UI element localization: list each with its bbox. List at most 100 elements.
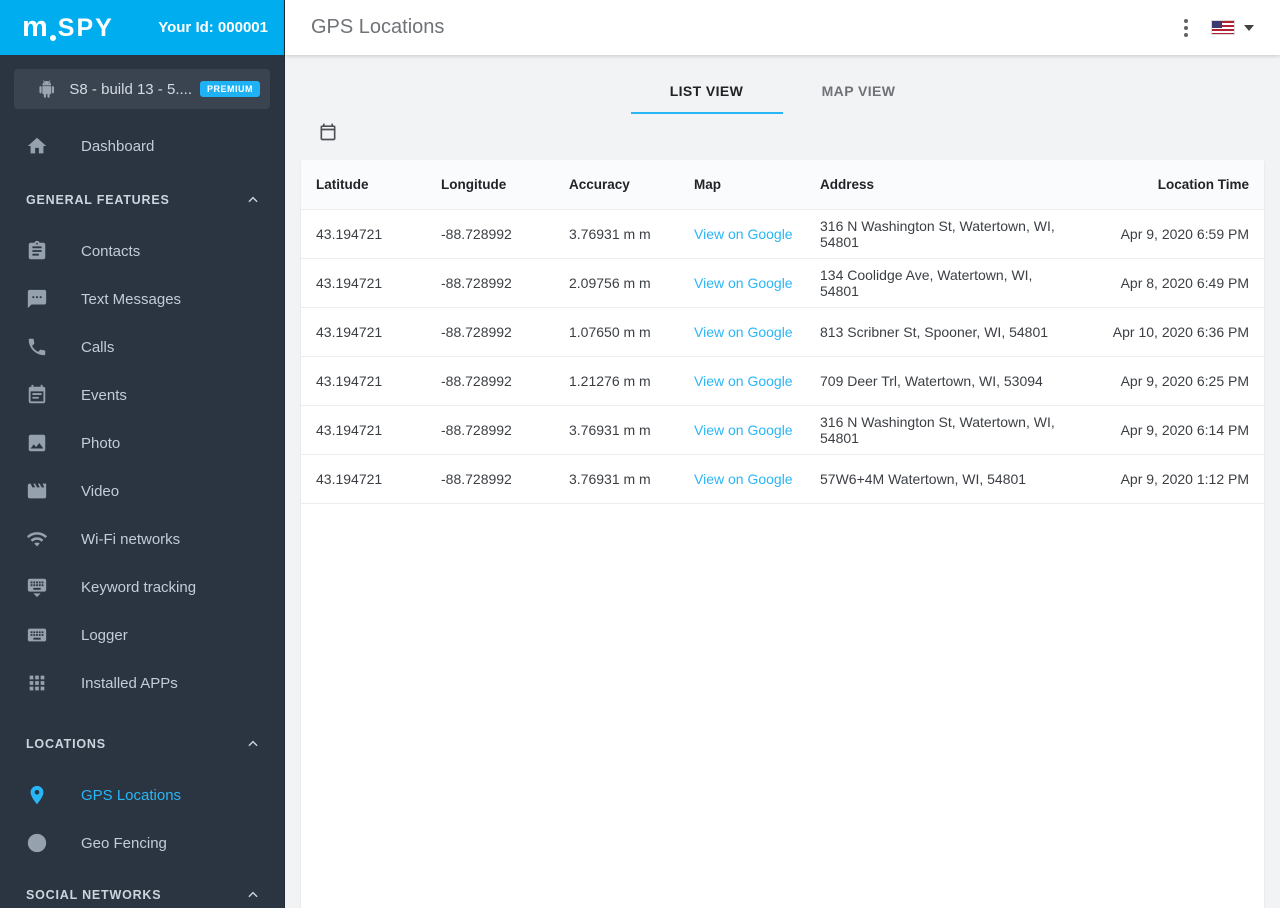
tab-list-view[interactable]: LIST VIEW <box>630 71 783 114</box>
location-time-cell: Apr 9, 2020 1:12 PM <box>1120 471 1249 487</box>
sidebar-item-gps-locations[interactable]: GPS Locations <box>0 771 284 819</box>
device-selector[interactable]: S8 - build 13 - 5.... PREMIUM <box>14 69 270 109</box>
accuracy-cell: 1.07650 m m <box>569 324 651 340</box>
apps-grid-icon <box>29 675 45 691</box>
sidebar-item-contacts[interactable]: Contacts <box>0 227 284 275</box>
map-pin-icon <box>30 785 44 805</box>
date-filter-button[interactable] <box>316 120 340 144</box>
column-header-latitude: Latitude <box>316 177 369 192</box>
language-selector[interactable] <box>1212 21 1254 34</box>
sidebar-item-installed-apps[interactable]: Installed APPs <box>0 659 284 707</box>
address-cell: 316 N Washington St, Watertown, WI, 5480… <box>820 218 1055 250</box>
accuracy-cell: 3.76931 m m <box>569 422 651 438</box>
address-cell: 57W6+4M Watertown, WI, 54801 <box>820 471 1027 487</box>
sidebar-item-logger[interactable]: Logger <box>0 611 284 659</box>
content-area: LIST VIEW MAP VIEW Latitude Longitude Ac… <box>285 55 1280 908</box>
accuracy-cell: 3.76931 m m <box>569 471 651 487</box>
table-row: 43.194721 -88.728992 2.09756 m m View on… <box>301 259 1264 308</box>
us-flag-icon <box>1212 21 1234 34</box>
chat-icon <box>27 289 47 309</box>
sidebar-item-label: Photo <box>81 434 121 452</box>
column-header-longitude: Longitude <box>441 177 507 192</box>
section-title: LOCATIONS <box>26 737 106 751</box>
gps-locations-table: Latitude Longitude Accuracy Map Address … <box>301 160 1264 908</box>
address-cell: 709 Deer Trl, Watertown, WI, 53094 <box>820 373 1043 389</box>
sidebar-item-label: Video <box>81 482 120 500</box>
sidebar-item-label: Installed APPs <box>81 674 178 692</box>
section-title: GENERAL FEATURES <box>26 193 170 207</box>
user-id-label: Your Id: 000001 <box>158 19 268 36</box>
chevron-up-icon <box>248 740 258 747</box>
sidebar-item-keyword-tracking[interactable]: Keyword tracking <box>0 563 284 611</box>
page-title: GPS Locations <box>311 16 445 38</box>
location-time-cell: Apr 9, 2020 6:59 PM <box>1120 226 1249 242</box>
accuracy-cell: 1.21276 m m <box>569 373 651 389</box>
latitude-cell: 43.194721 <box>316 275 383 291</box>
longitude-cell: -88.728992 <box>441 373 512 389</box>
longitude-cell: -88.728992 <box>441 422 512 438</box>
sidebar: m SPY Your Id: 000001 S8 - build 13 - 5.… <box>0 0 285 908</box>
sidebar-item-label: Dashboard <box>81 137 155 155</box>
latitude-cell: 43.194721 <box>316 226 383 242</box>
app-window: m SPY Your Id: 000001 S8 - build 13 - 5.… <box>0 0 1280 908</box>
column-header-map: Map <box>694 177 721 192</box>
view-tabs: LIST VIEW MAP VIEW <box>301 71 1264 114</box>
sidebar-item-video[interactable]: Video <box>0 467 284 515</box>
locations-group: GPS Locations Geo Fencing <box>0 757 284 867</box>
longitude-cell: -88.728992 <box>441 226 512 242</box>
location-time-cell: Apr 8, 2020 6:49 PM <box>1120 275 1249 291</box>
kebab-menu-icon[interactable] <box>1178 15 1194 41</box>
sidebar-item-label: Wi-Fi networks <box>81 530 181 548</box>
sidebar-item-label: Geo Fencing <box>81 834 167 852</box>
sidebar-item-label: Logger <box>81 626 128 644</box>
accuracy-cell: 2.09756 m m <box>569 275 651 291</box>
view-on-google-link[interactable]: View on Google <box>694 324 793 340</box>
sidebar-item-text-messages[interactable]: Text Messages <box>0 275 284 323</box>
premium-badge: PREMIUM <box>200 81 260 97</box>
topbar: GPS Locations <box>285 0 1280 55</box>
column-header-address: Address <box>820 177 875 192</box>
logo-m: m <box>22 11 49 43</box>
home-icon <box>27 137 47 154</box>
sidebar-item-label: Keyword tracking <box>81 578 197 596</box>
video-icon <box>27 483 47 499</box>
location-time-cell: Apr 9, 2020 6:25 PM <box>1120 373 1249 389</box>
geofence-icon <box>27 833 47 853</box>
sidebar-item-label: Contacts <box>81 242 141 260</box>
address-cell: 813 Scribner St, Spooner, WI, 54801 <box>820 324 1049 340</box>
latitude-cell: 43.194721 <box>316 422 383 438</box>
main-panel: GPS Locations LIST VIEW MAP VIEW Latitud… <box>285 0 1280 908</box>
phone-icon <box>28 338 46 356</box>
filter-row <box>301 116 1264 148</box>
sidebar-item-events[interactable]: Events <box>0 371 284 419</box>
device-name: S8 - build 13 - 5.... <box>69 80 192 98</box>
sidebar-item-wifi-networks[interactable]: Wi-Fi networks <box>0 515 284 563</box>
view-on-google-link[interactable]: View on Google <box>694 471 793 487</box>
sidebar-item-photo[interactable]: Photo <box>0 419 284 467</box>
section-header-general-features[interactable]: GENERAL FEATURES <box>0 163 284 213</box>
view-on-google-link[interactable]: View on Google <box>694 422 793 438</box>
view-on-google-link[interactable]: View on Google <box>694 226 793 242</box>
sidebar-item-dashboard[interactable]: Dashboard <box>0 129 284 163</box>
view-on-google-link[interactable]: View on Google <box>694 373 793 389</box>
table-row: 43.194721 -88.728992 3.76931 m m View on… <box>301 455 1264 504</box>
logo-dot-icon <box>49 35 56 41</box>
sidebar-item-geo-fencing[interactable]: Geo Fencing <box>0 819 284 867</box>
general-features-group: Contacts Text Messages Calls Events Phot… <box>0 213 284 707</box>
latitude-cell: 43.194721 <box>316 324 383 340</box>
sidebar-item-calls[interactable]: Calls <box>0 323 284 371</box>
chevron-down-icon <box>1244 24 1254 31</box>
longitude-cell: -88.728992 <box>441 324 512 340</box>
view-on-google-link[interactable]: View on Google <box>694 275 793 291</box>
mspy-logo[interactable]: m SPY <box>22 11 114 44</box>
sidebar-item-label: Calls <box>81 338 115 356</box>
keyboard-tracking-icon <box>27 578 47 598</box>
section-header-social-networks[interactable]: SOCIAL NETWORKS <box>0 867 284 908</box>
tab-map-view[interactable]: MAP VIEW <box>783 71 935 114</box>
section-header-locations[interactable]: LOCATIONS <box>0 707 284 757</box>
table-row: 43.194721 -88.728992 3.76931 m m View on… <box>301 210 1264 259</box>
sidebar-header: m SPY Your Id: 000001 <box>0 0 284 55</box>
android-icon <box>39 80 54 98</box>
calendar-icon <box>320 123 336 141</box>
contacts-icon <box>28 240 46 260</box>
